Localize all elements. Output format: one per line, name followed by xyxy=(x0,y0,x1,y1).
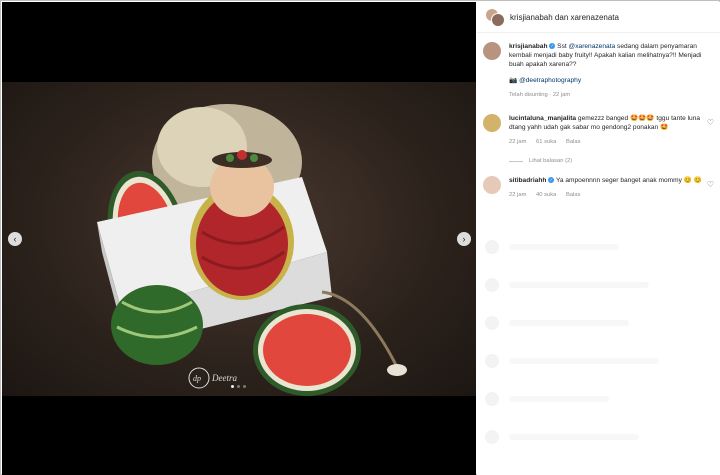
chevron-right-icon: › xyxy=(462,234,466,244)
post-authors[interactable]: krisjianabah dan xarenazenata xyxy=(510,13,619,22)
svg-text:dp: dp xyxy=(193,374,201,383)
verified-icon: ✓ xyxy=(549,43,556,50)
comment-username[interactable]: lucintaluna_manjalita xyxy=(509,115,576,122)
caption-meta: Telah disunting · 22 jam xyxy=(509,91,704,100)
prev-image-button[interactable]: ‹ xyxy=(8,232,22,246)
loading-placeholder xyxy=(485,312,712,334)
avatar xyxy=(491,13,505,27)
comment-time: 22 jam xyxy=(509,192,527,198)
post-modal: dp Deetra ‹ › krisjianabah dan xarenazen… xyxy=(0,0,720,475)
photo-watermark: Deetra xyxy=(211,373,237,383)
caption-body: krisjianabah ✓ Sst @xarenazenata sedang … xyxy=(509,42,704,100)
view-replies-button[interactable]: Lihat balasan (2) xyxy=(509,158,572,164)
collab-avatars[interactable] xyxy=(485,8,505,27)
photo-credit: 📷 @deetraphotography xyxy=(509,76,704,85)
comment-body: lucintaluna_manjalita gemezzz banged 🤩🤩🤩… xyxy=(509,114,704,147)
carousel-dot xyxy=(237,385,240,388)
loading-placeholder xyxy=(485,350,712,372)
view-replies-label: Lihat balasan (2) xyxy=(529,158,573,164)
loading-placeholder xyxy=(485,388,712,410)
carousel-dot xyxy=(243,385,246,388)
reply-button[interactable]: Balas xyxy=(566,139,581,145)
avatar[interactable] xyxy=(483,42,501,60)
chevron-left-icon: ‹ xyxy=(13,234,17,244)
comment-time: 22 jam xyxy=(509,139,527,145)
comment: lucintaluna_manjalita gemezzz banged 🤩🤩🤩… xyxy=(483,114,714,147)
avatar[interactable] xyxy=(483,176,501,194)
post-side-panel: krisjianabah dan xarenazenata krisjianab… xyxy=(477,2,720,475)
divider xyxy=(509,160,523,162)
credit-link[interactable]: @deetraphotography xyxy=(519,77,581,84)
mention-link[interactable]: @xarenazenata xyxy=(569,43,616,50)
carousel-indicator xyxy=(231,385,246,388)
comment-text: Ya ampoennnn seger banget anak mommy 😊 😊 xyxy=(555,177,702,184)
next-image-button[interactable]: › xyxy=(457,232,471,246)
post-header: krisjianabah dan xarenazenata xyxy=(477,2,720,33)
caption: krisjianabah ✓ Sst @xarenazenata sedang … xyxy=(483,42,714,100)
carousel-dot xyxy=(231,385,234,388)
post-media: dp Deetra ‹ › xyxy=(2,2,476,475)
comment: sitibadriahh ✓ Ya ampoennnn seger banget… xyxy=(483,176,714,200)
comment-body: sitibadriahh ✓ Ya ampoennnn seger banget… xyxy=(509,176,704,200)
caption-username[interactable]: krisjianabah xyxy=(509,43,547,50)
edited-timestamp: Telah disunting · 22 jam xyxy=(509,92,571,98)
verified-icon: ✓ xyxy=(548,177,555,184)
caption-text-start: Sst xyxy=(557,43,569,50)
loading-placeholder xyxy=(485,236,712,258)
post-photo[interactable]: dp Deetra xyxy=(2,82,476,396)
comment-meta: 22 jam 61 suka Balas xyxy=(509,138,704,147)
comment-meta: 22 jam 40 suka Balas xyxy=(509,191,704,200)
avatar[interactable] xyxy=(483,114,501,132)
loading-placeholder xyxy=(485,426,712,448)
baby-watermelon-photo: dp Deetra xyxy=(97,104,407,396)
like-comment-icon[interactable]: ♡ xyxy=(707,180,714,189)
loading-placeholder xyxy=(485,274,712,296)
like-comment-icon[interactable]: ♡ xyxy=(707,118,714,127)
camera-icon: 📷 xyxy=(509,77,518,84)
comment-username[interactable]: sitibadriahh xyxy=(509,177,546,184)
comment-likes[interactable]: 40 suka xyxy=(536,192,556,198)
reply-button[interactable]: Balas xyxy=(566,192,581,198)
comment-likes[interactable]: 61 suka xyxy=(536,139,556,145)
